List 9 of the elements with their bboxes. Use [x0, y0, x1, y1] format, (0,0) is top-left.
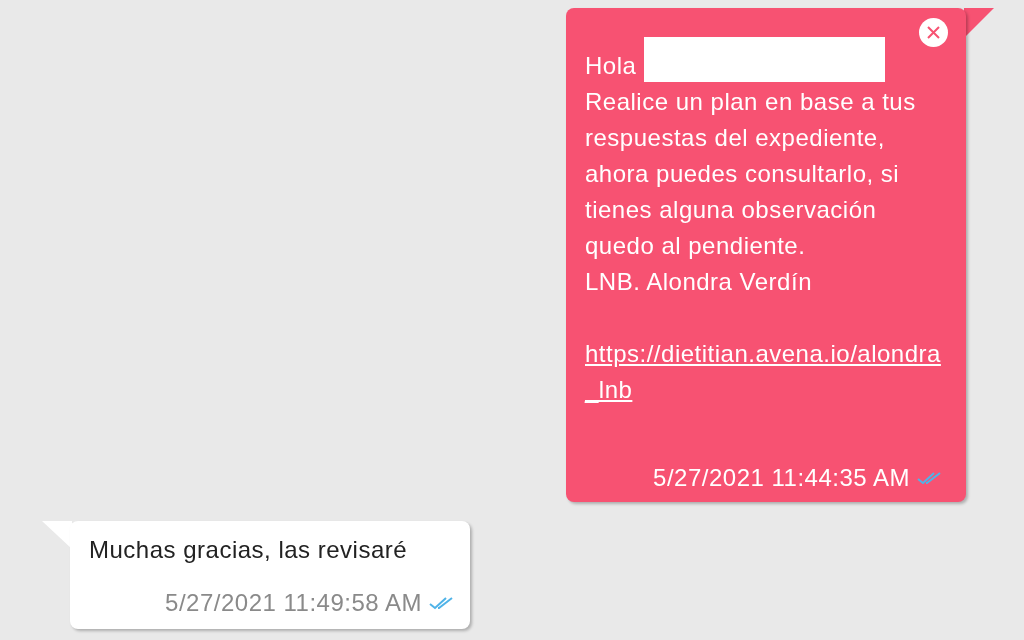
message-text: LNB. Alondra Verdín — [585, 267, 813, 297]
timestamp: 5/27/2021 11:49:58 AM — [165, 588, 422, 618]
close-icon — [927, 26, 940, 39]
close-button[interactable] — [919, 18, 948, 47]
message-text: Realice un plan en base a tus respuestas del expediente, ahora puedes consultarlo, si tienes alguna observación quedo al pendiente. — [585, 87, 917, 261]
message-link[interactable]: https://dietitian.avena.io/alondra_lnb — [585, 336, 947, 408]
message-text: Muchas gracias, las revisaré — [89, 535, 409, 565]
timestamp: 5/27/2021 11:44:35 AM — [653, 463, 910, 493]
greeting-text: Hola — [585, 51, 637, 81]
